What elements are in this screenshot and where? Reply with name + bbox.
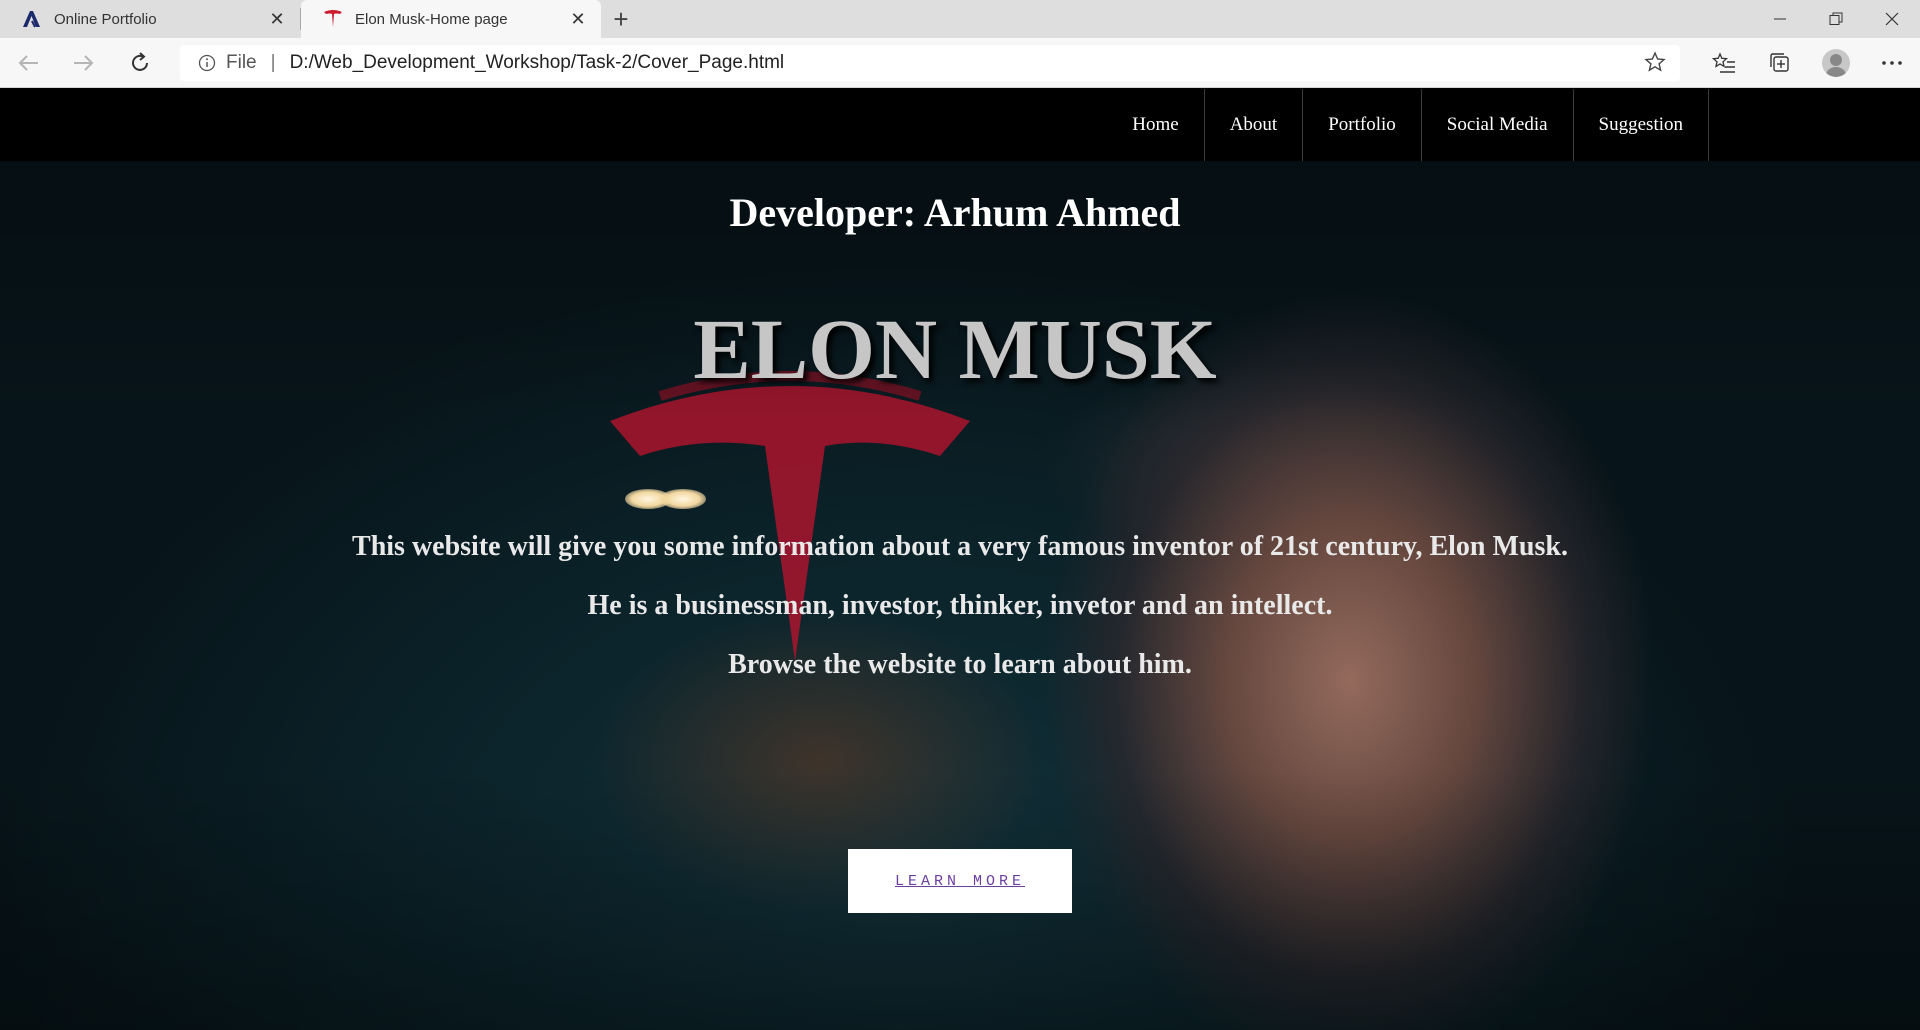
intro-line-3: Browse the website to learn about him. (728, 649, 1192, 680)
intro-line-2: He is a businessman, investor, thinker, … (587, 590, 1333, 621)
favorites-button[interactable] (1696, 38, 1752, 88)
tab-title: Online Portfolio (54, 10, 157, 28)
intro-line-1: This website will give you some informat… (352, 531, 1568, 562)
close-icon (1885, 12, 1899, 26)
avatar (1822, 49, 1850, 77)
forward-arrow-icon (74, 54, 94, 71)
back-button[interactable] (0, 38, 56, 88)
tesla-favicon-icon (323, 9, 343, 29)
url-text[interactable]: D:/Web_Development_Workshop/Task-2/Cover… (290, 52, 785, 74)
portfolio-favicon-icon (22, 9, 42, 29)
refresh-button[interactable] (112, 38, 168, 88)
collections-icon (1770, 53, 1789, 72)
scheme-divider: | (270, 52, 276, 73)
learn-more-button[interactable]: LEARN MORE (848, 849, 1072, 913)
web-page: Home About Portfolio Social Media Sugges… (0, 89, 1920, 1030)
new-tab-button[interactable]: + (601, 0, 641, 38)
collections-button[interactable] (1752, 38, 1808, 88)
favorites-list-icon (1712, 52, 1735, 73)
info-icon[interactable] (198, 54, 216, 72)
tab-strip: Online Portfolio ✕ Elon Musk-Home page ✕… (0, 0, 1920, 38)
favorite-star-icon[interactable] (1644, 51, 1666, 79)
window-controls (1752, 0, 1920, 38)
restore-icon (1829, 12, 1843, 25)
more-menu-button[interactable] (1864, 38, 1920, 88)
close-tab-icon[interactable]: ✕ (266, 8, 288, 30)
nav-social-media[interactable]: Social Media (1422, 89, 1574, 161)
forward-button[interactable] (56, 38, 112, 88)
back-arrow-icon (18, 54, 38, 71)
close-window-button[interactable] (1864, 0, 1920, 38)
tab-online-portfolio[interactable]: Online Portfolio ✕ (0, 0, 300, 38)
main-navbar: Home About Portfolio Social Media Sugges… (0, 89, 1920, 161)
tab-elon-musk-home[interactable]: Elon Musk-Home page ✕ (301, 0, 601, 38)
nav-portfolio[interactable]: Portfolio (1303, 89, 1422, 161)
nav-suggestion[interactable]: Suggestion (1574, 89, 1709, 161)
minimize-icon (1774, 18, 1786, 20)
nav-about[interactable]: About (1205, 89, 1304, 161)
developer-credit: Developer: Arhum Ahmed (729, 190, 1181, 235)
minimize-button[interactable] (1752, 0, 1808, 38)
tab-title: Elon Musk-Home page (355, 10, 508, 28)
refresh-icon (132, 51, 148, 71)
close-tab-icon[interactable]: ✕ (567, 8, 589, 30)
toolbar-right (1696, 38, 1920, 88)
nav-home[interactable]: Home (1107, 89, 1205, 161)
profile-button[interactable] (1808, 38, 1864, 88)
restore-button[interactable] (1808, 0, 1864, 38)
address-bar[interactable]: File | D:/Web_Development_Workshop/Task-… (180, 45, 1680, 81)
scheme-label: File (226, 52, 257, 73)
browser-toolbar: File | D:/Web_Development_Workshop/Task-… (0, 38, 1920, 88)
more-dots-icon (1882, 61, 1902, 65)
hero-title: ELON MUSK (693, 301, 1217, 397)
